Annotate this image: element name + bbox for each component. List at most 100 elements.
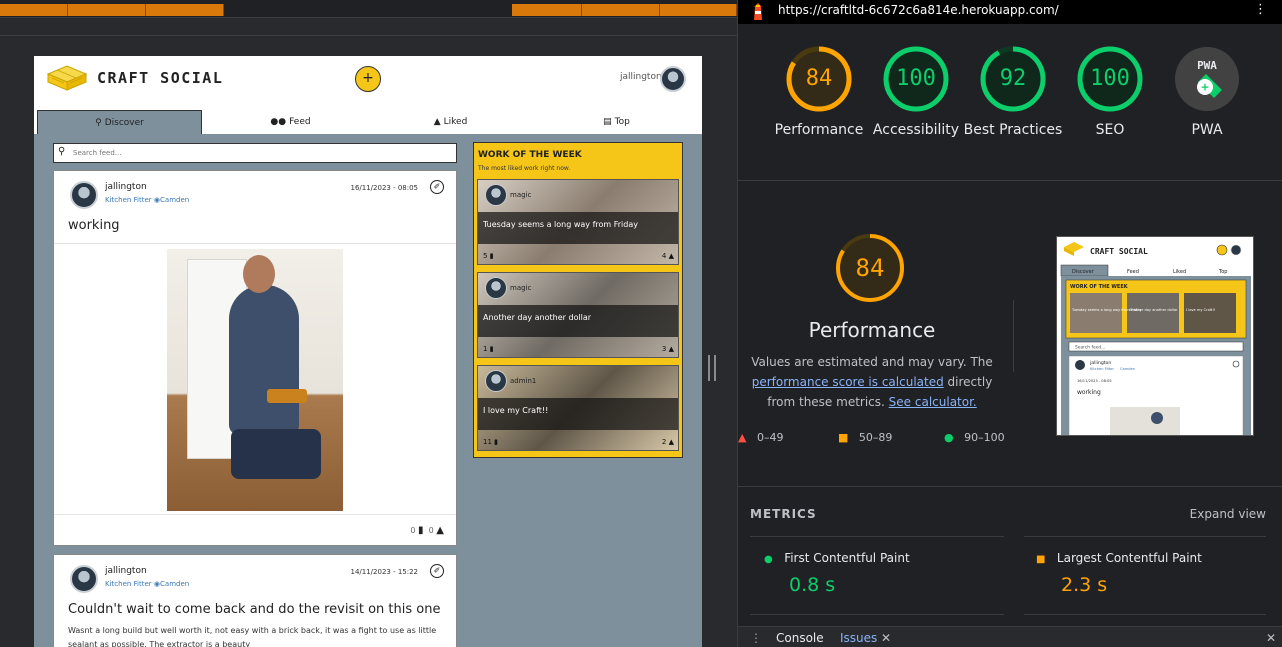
card-caption: I love my Craft!! [483,406,549,415]
score-calculation-link[interactable]: performance score is calculated [752,375,944,389]
work-of-the-week: WORK OF THE WEEK The most liked work rig… [473,142,683,458]
tab-label: Feed [289,117,311,127]
drawer-menu-icon[interactable]: ⋮ [750,631,762,645]
thumbnail-drawing: CRAFT SOCIAL Discover Feed Liked Top WOR… [1057,237,1253,435]
legend-average: ■ 50–89 [838,431,892,444]
tab-label: Top [614,117,630,127]
divider [1024,536,1266,537]
tab-issues[interactable]: Issues [840,631,877,645]
thumb-job: Kitchen Fitter [1090,367,1114,371]
avatar[interactable] [70,565,98,593]
work-card[interactable]: magic Another day another dollar 1 ▮ 3 ▲ [477,272,679,358]
filmstrip-frame [512,4,582,16]
legend-pass: ● 90–100 [944,431,1005,444]
comment-count: 0 [410,526,416,535]
divider [0,35,737,36]
tab-top[interactable]: ▤ Top [534,110,699,134]
divider [54,514,456,515]
filmstrip-frame [0,4,68,16]
close-drawer-icon[interactable]: ✕ [1266,631,1276,645]
page-screenshot-thumbnail[interactable]: CRAFT SOCIAL Discover Feed Liked Top WOR… [1056,236,1254,436]
job-title: Kitchen Fitter [105,196,152,204]
comment-icon: ▮ [489,252,494,260]
avatar [485,277,507,299]
legend-fail: ▲ 0–49 [738,431,783,444]
tab-discover[interactable]: ⚲ Discover [37,110,202,134]
work-card[interactable]: admin1 I love my Craft!! 11 ▮ 2 ▲ [477,365,679,451]
post-username[interactable]: jallington [105,566,147,576]
comment-icon[interactable]: ▮ [418,525,424,536]
work-card[interactable]: magic Tuesday seems a long way from Frid… [477,179,679,265]
thumb-wotw: WORK OF THE WEEK [1070,284,1129,290]
post-job: Kitchen Fitter ◉Camden [105,580,189,588]
count: 2 [661,438,667,446]
thumbs-up-icon: ▲ [433,117,441,127]
avatar[interactable] [660,66,686,92]
square-icon: ■ [838,431,849,444]
tab-liked[interactable]: ▲ Liked [368,110,533,134]
metric-name: Largest Contentful Paint [1056,551,1202,565]
thumb-tab: Liked [1173,269,1186,275]
see-calculator-link[interactable]: See calculator. [889,395,977,409]
post-stats: 0 ▮ 0 ▲ [410,525,444,536]
tab-feed[interactable]: ●● Feed [208,110,373,134]
thumb-tab: Feed [1127,269,1139,275]
gauge-seo[interactable]: 100 [1075,44,1145,114]
metric-fcp-value: 0.8 s [789,574,836,596]
more-options-icon[interactable]: ⋮ [1254,2,1267,17]
metric-lcp: ■ Largest Contentful Paint [1036,551,1202,565]
edit-icon[interactable]: ✐ [430,180,444,194]
comment-count: 5 ▮ [483,252,494,260]
filmstrip [0,0,737,18]
brand-name[interactable]: CRAFT SOCIAL [97,69,223,87]
gauge-accessibility[interactable]: 100 [881,44,951,114]
thumb-location: Camden [1120,367,1135,371]
report-url-bar: https://craftltd-6c672c6a814e.herokuapp.… [738,0,1282,24]
resize-handle[interactable] [708,355,716,381]
score-value: 92 [999,66,1027,91]
expand-view-button[interactable]: Expand view [1190,507,1266,521]
thumb-user: jallington [1089,360,1111,366]
card-caption: Another day another dollar [483,313,592,322]
brick-logo-icon[interactable] [44,64,90,92]
metric-lcp-value: 2.3 s [1061,574,1108,596]
desc-text: Values are estimated and may vary. The [751,355,993,369]
metric-fcp: ● First Contentful Paint [764,551,910,565]
count: 4 [661,252,667,260]
filmstrip-frame [582,4,660,16]
performance-score: 84 [855,254,885,282]
gauge-performance[interactable]: 84 [784,44,854,114]
metric-name: First Contentful Paint [784,551,910,565]
post-username[interactable]: jallington [105,182,147,192]
post-image[interactable] [167,249,343,511]
device-pane: CRAFT SOCIAL + jallington ⚲ Discover ●● Fe… [0,0,737,647]
edit-icon[interactable]: ✐ [430,564,444,578]
thumb-brand: CRAFT SOCIAL [1090,247,1148,256]
gauge-pwa[interactable]: + PWA [1172,44,1242,114]
legend-label: 50–89 [858,431,893,444]
add-post-button[interactable]: + [355,66,381,92]
triangle-icon: ▲ [738,431,747,444]
circle-icon: ● [944,431,954,444]
score-label: Accessibility [872,122,960,138]
thumb-search: Search feed... [1075,345,1105,351]
tab-label: Liked [443,117,468,127]
thumbs-up-icon[interactable]: ▲ [436,525,444,536]
thumb-date: 16/11/2023 - 08:05 [1077,379,1112,383]
report-url[interactable]: https://craftltd-6c672c6a814e.herokuapp.… [778,3,1059,17]
lighthouse-icon [754,3,762,20]
avatar[interactable] [70,181,98,209]
tab-console[interactable]: Console [776,631,824,645]
search-input[interactable] [73,146,453,160]
count: 1 [483,345,488,353]
score-value: 84 [805,66,833,91]
close-issues-icon[interactable]: ✕ [881,631,891,645]
devtools-drawer: ⋮ Console Issues ✕ ✕ [738,626,1282,647]
post-date: 14/11/2023 - 15:22 [350,568,419,576]
header-username[interactable]: jallington [620,72,662,82]
divider [54,243,456,244]
location: Camden [160,580,190,588]
card-username: magic [510,284,532,292]
post-job: Kitchen Fitter ◉Camden [105,196,189,204]
gauge-best-practices[interactable]: 92 [978,44,1048,114]
